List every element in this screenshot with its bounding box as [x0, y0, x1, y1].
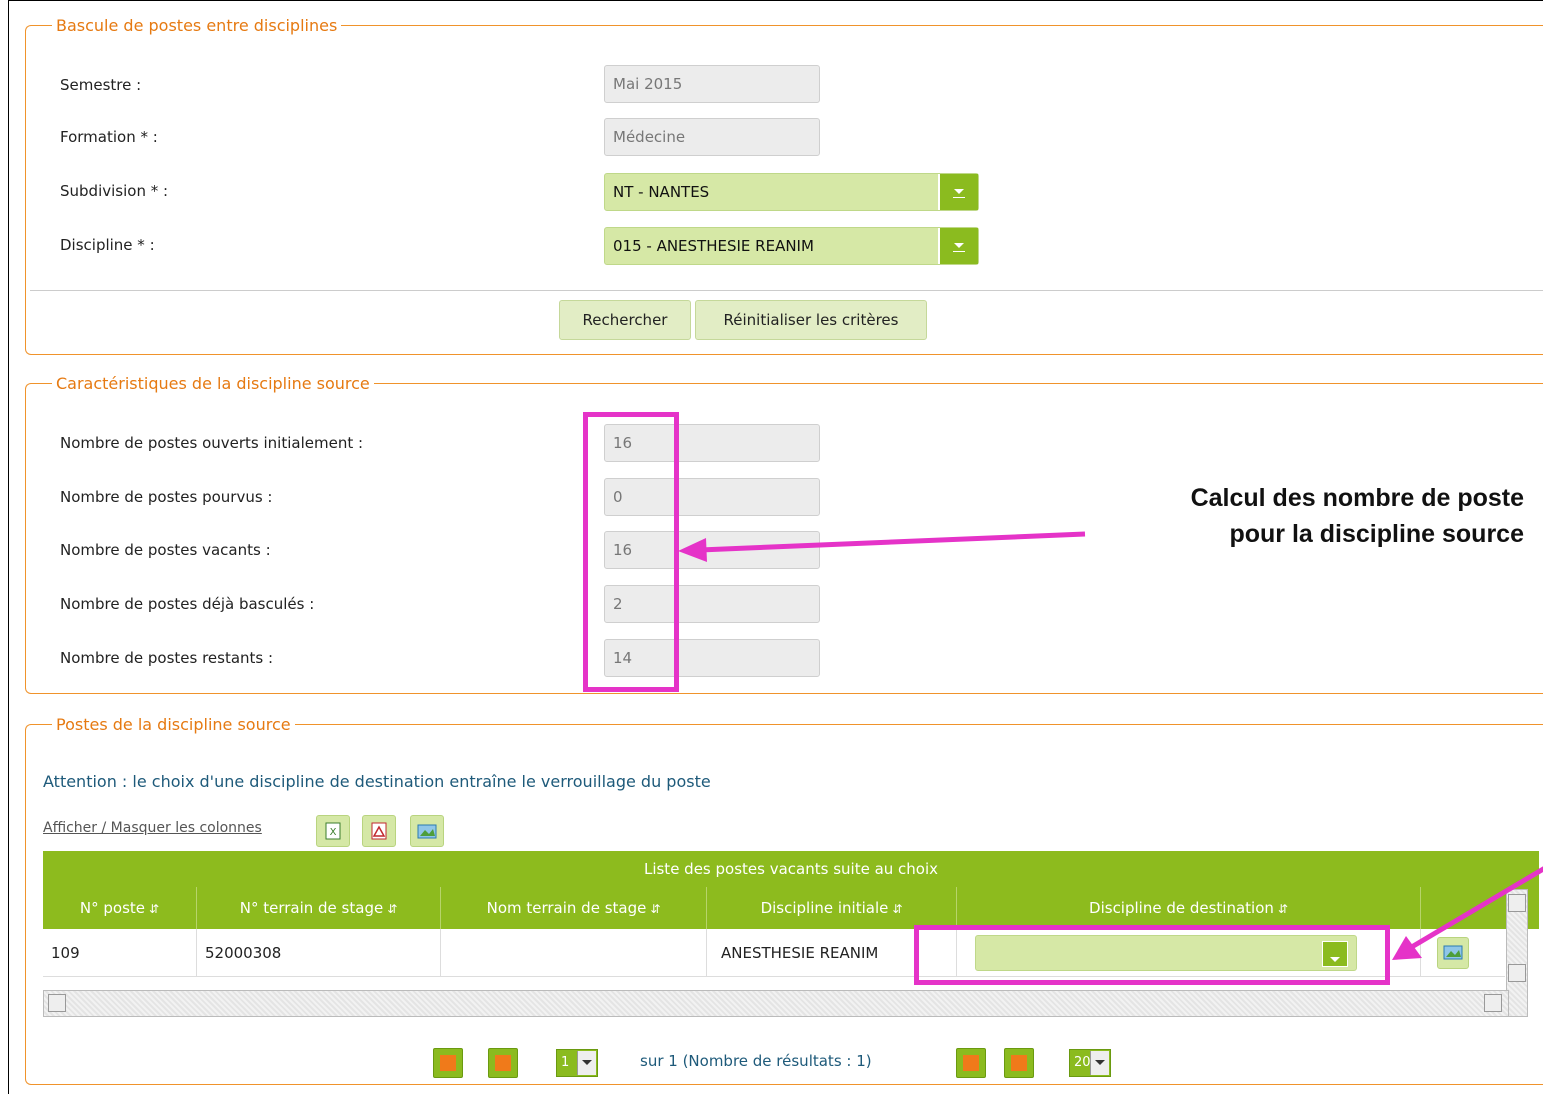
column-header-nom[interactable]: Nom terrain de stage ⇵ [441, 887, 707, 929]
column-header-destination[interactable]: Discipline de destination ⇵ [957, 887, 1421, 929]
lock-warning-text: Attention : le choix d'une discipline de… [43, 772, 711, 791]
page-value: 1 [561, 1055, 570, 1070]
column-header-discipline[interactable]: Discipline initiale ⇵ [707, 887, 957, 929]
section-title-posts: Postes de la discipline source [56, 715, 291, 734]
sort-icon[interactable]: ⇵ [387, 902, 397, 916]
destination-annotation-arrow [1392, 866, 1543, 960]
cell-terrain: 52000308 [197, 929, 441, 977]
formation-field: Médecine [604, 118, 820, 156]
column-header-terrain[interactable]: N° terrain de stage ⇵ [197, 887, 441, 929]
annotation-line-1: Calcul des nombre de poste [1190, 484, 1524, 512]
subdivision-label: Subdivision * : [60, 182, 169, 200]
annotation-text: Calcul des nombre de poste pour la disci… [1060, 480, 1524, 552]
pourvus-label: Nombre de postes pourvus : [60, 488, 273, 506]
column-header-label: Nom terrain de stage [486, 899, 647, 917]
discipline-select[interactable]: 015 - ANESTHESIE REANIM [604, 227, 979, 265]
sort-icon[interactable]: ⇵ [1278, 902, 1288, 916]
restants-label: Nombre de postes restants : [60, 649, 274, 667]
sort-icon[interactable]: ⇵ [650, 902, 660, 916]
formation-label: Formation * : [60, 128, 158, 146]
section-title-bascule: Bascule de postes entre disciplines [56, 16, 338, 35]
sort-icon[interactable]: ⇵ [149, 902, 159, 916]
column-header-label: Discipline de destination [1089, 899, 1274, 917]
annotation-arrow [678, 531, 1086, 562]
subdivision-value: NT - NANTES [613, 183, 710, 201]
subdivision-select[interactable]: NT - NANTES [604, 173, 979, 211]
page-size-select[interactable]: 20 [1069, 1049, 1111, 1077]
cell-poste: 109 [43, 929, 197, 977]
sort-icon[interactable]: ⇵ [892, 902, 902, 916]
section-title-characteristics: Caractéristiques de la discipline source [56, 374, 370, 393]
reset-criteria-button[interactable]: Réinitialiser les critères [695, 300, 927, 340]
export-image-icon[interactable] [410, 815, 444, 847]
previous-page-button[interactable] [488, 1048, 518, 1078]
first-page-button[interactable] [433, 1048, 463, 1078]
table-title: Liste des postes vacants suite au choix [43, 851, 1539, 887]
page-select[interactable]: 1 [556, 1049, 598, 1077]
ouverts-label: Nombre de postes ouverts initialement : [60, 434, 364, 452]
search-button[interactable]: Rechercher [559, 300, 691, 340]
svg-text:X: X [330, 827, 337, 838]
chevron-down-icon[interactable] [938, 228, 978, 264]
chevron-down-icon[interactable] [938, 174, 978, 210]
column-header-label: N° poste [79, 899, 146, 917]
horizontal-scrollbar[interactable] [43, 990, 1509, 1017]
discipline-label: Discipline * : [60, 236, 155, 254]
destination-highlight-box [914, 925, 1390, 985]
column-header-label: Discipline initiale [760, 899, 889, 917]
annotation-line-2: pour la discipline source [1229, 520, 1524, 548]
column-header-poste[interactable]: N° poste ⇵ [43, 887, 197, 929]
page-size-value: 20 [1074, 1055, 1091, 1070]
pagination-info: sur 1 (Nombre de résultats : 1) [640, 1052, 872, 1070]
scroll-right-icon[interactable] [1484, 994, 1502, 1012]
bascules-label: Nombre de postes déjà basculés : [60, 595, 315, 613]
divider [30, 290, 1543, 291]
semestre-field: Mai 2015 [604, 65, 820, 103]
toggle-columns-link[interactable]: Afficher / Masquer les colonnes [43, 820, 262, 836]
discipline-value: 015 - ANESTHESIE REANIM [613, 237, 814, 255]
vacants-label: Nombre de postes vacants : [60, 541, 271, 559]
export-pdf-icon[interactable] [362, 815, 396, 847]
semestre-label: Semestre : [60, 76, 142, 94]
chevron-down-icon[interactable] [1090, 1051, 1109, 1075]
column-header-label: N° terrain de stage [239, 899, 384, 917]
cell-nom [441, 929, 707, 977]
next-page-button[interactable] [956, 1048, 986, 1078]
last-page-button[interactable] [1004, 1048, 1034, 1078]
export-excel-icon[interactable]: X [316, 815, 350, 847]
chevron-down-icon[interactable] [577, 1051, 596, 1075]
scroll-left-icon[interactable] [48, 994, 66, 1012]
